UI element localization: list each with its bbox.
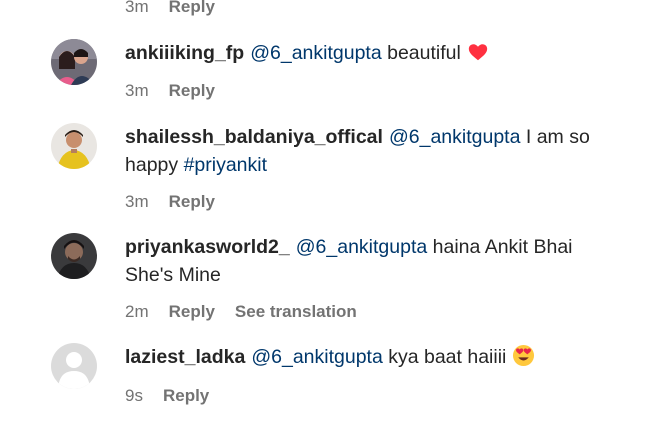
reply-button[interactable]: Reply <box>169 192 215 211</box>
comment-body: kya baat haiiii <box>382 346 507 368</box>
timestamp: 2m <box>125 302 149 321</box>
timestamp: 3m <box>125 81 149 100</box>
comment-meta: 9s Reply <box>125 386 209 406</box>
hashtag-link[interactable]: #priyankit <box>184 154 267 176</box>
avatar[interactable] <box>51 233 97 279</box>
avatar[interactable] <box>51 123 97 169</box>
comment-username[interactable]: laziest_ladka <box>125 346 245 368</box>
reply-button[interactable]: Reply <box>163 386 209 405</box>
comment-text: ankiiiking_fp @6_ankitgupta beautiful <box>125 39 615 67</box>
comment-meta: 2m Reply See translation <box>125 302 357 322</box>
comment-text: laziest_ladka @6_ankitgupta kya baat haii… <box>125 343 615 371</box>
reply-button[interactable]: Reply <box>169 0 215 16</box>
comment-meta: 3m Reply <box>125 81 215 101</box>
comment-username[interactable]: priyankasworld2_ <box>125 236 290 258</box>
comment-text: priyankasworld2_ @6_ankitgupta haina Anki… <box>125 233 615 289</box>
comment-text: shailessh_baldaniya_offical @6_ankitgupta… <box>125 123 615 179</box>
see-translation-button[interactable]: See translation <box>235 302 357 321</box>
timestamp: 9s <box>125 386 143 405</box>
comment-meta: 3m Reply <box>125 192 215 212</box>
timestamp: 3m <box>125 0 149 16</box>
mention-link[interactable]: @6_ankitgupta <box>250 42 381 64</box>
reply-button[interactable]: Reply <box>169 81 215 100</box>
comment-body: beautiful <box>381 42 461 64</box>
mention-link[interactable]: @6_ankitgupta <box>296 236 427 258</box>
mention-link[interactable]: @6_ankitgupta <box>251 346 382 368</box>
heart-eyes-icon <box>512 344 535 367</box>
timestamp: 3m <box>125 192 149 211</box>
avatar[interactable] <box>51 39 97 85</box>
reply-button[interactable]: Reply <box>169 302 215 321</box>
mention-link[interactable]: @6_ankitgupta <box>389 126 520 148</box>
default-avatar-icon[interactable] <box>51 343 97 389</box>
red-heart-icon <box>467 41 489 63</box>
comment-username[interactable]: shailessh_baldaniya_offical <box>125 126 383 148</box>
comment-meta-top: 3m Reply <box>125 0 215 17</box>
comment-username[interactable]: ankiiiking_fp <box>125 42 244 64</box>
